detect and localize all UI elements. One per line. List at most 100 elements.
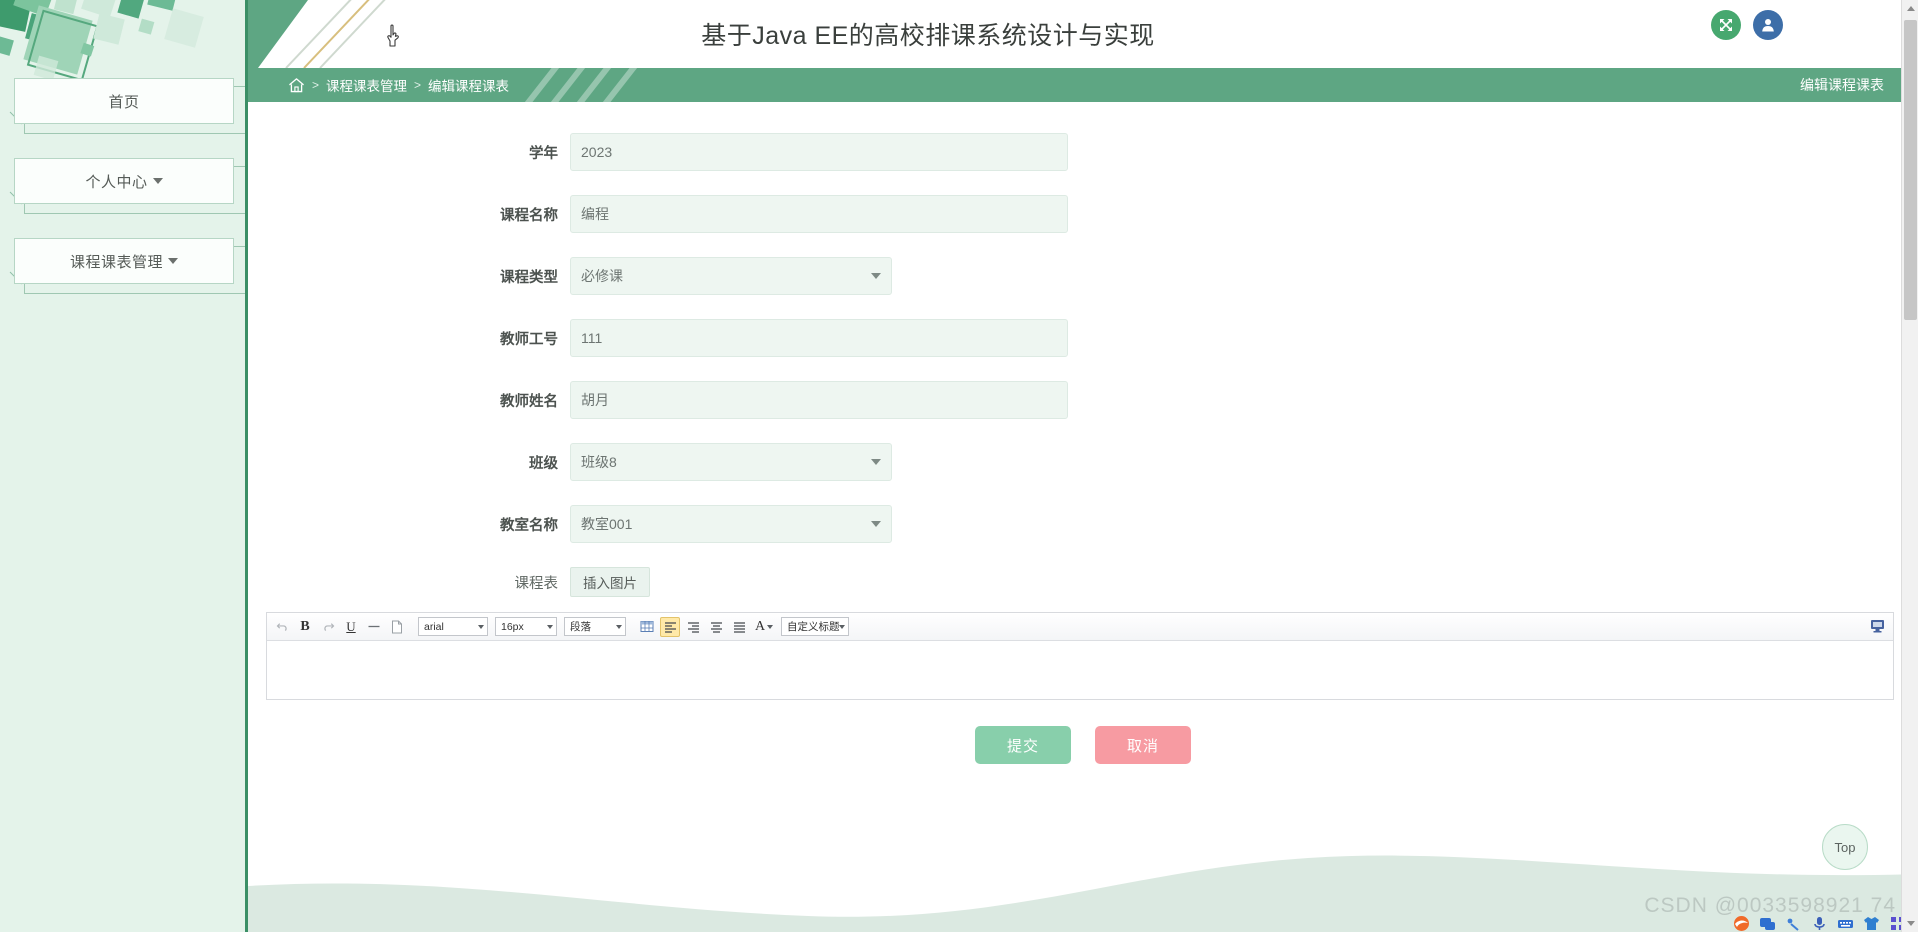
content-area: 学年 课程名称 课程类型 — [248, 102, 1918, 932]
main-area: 基于Java EE的高校排课系统设计与实现 > 课程课表管理 > 编辑课程课表 … — [248, 0, 1918, 932]
shirt-icon[interactable] — [1863, 915, 1880, 932]
field-label: 教室名称 — [500, 517, 558, 534]
paint-icon[interactable] — [1785, 915, 1802, 932]
field-label: 学年 — [529, 145, 558, 162]
fullscreen-toggle-button[interactable] — [1711, 10, 1741, 40]
scrollbar-up-button[interactable] — [1902, 0, 1918, 17]
undo-icon — [276, 623, 287, 631]
align-justify-button[interactable] — [729, 617, 749, 637]
breadcrumb-item-course-schedule[interactable]: 课程课表管理 — [326, 75, 407, 95]
align-left-button[interactable] — [660, 616, 680, 637]
page-scrollbar[interactable] — [1901, 0, 1918, 932]
menu-button-course-schedule[interactable]: 课程课表管理 — [14, 238, 234, 284]
form-row-class: 班级 班级8 — [248, 438, 1918, 486]
chevron-down-icon — [547, 625, 553, 629]
custom-heading-value: 自定义标题 — [787, 621, 840, 633]
align-right-icon — [687, 621, 699, 633]
menu-button-home[interactable]: 首页 — [14, 78, 234, 124]
browser-icon[interactable] — [1733, 915, 1750, 932]
align-right-button[interactable] — [683, 617, 703, 637]
header-icon-group — [1711, 10, 1783, 40]
sidebar-item-personal-center[interactable]: 个人中心 — [9, 158, 245, 214]
editor-fullscreen-button[interactable] — [1867, 616, 1887, 636]
edit-course-schedule-form: 学年 课程名称 课程类型 — [248, 102, 1918, 764]
sidebar: 首页 个人中心 课程课表管理 — [0, 0, 248, 932]
form-row-course-name: 课程名称 — [248, 190, 1918, 238]
editor-fullscreen-icon — [1870, 620, 1884, 633]
back-to-top-button[interactable]: Top — [1822, 824, 1868, 870]
menu-button-personal-center[interactable]: 个人中心 — [14, 158, 234, 204]
field-label: 课程类型 — [500, 269, 558, 286]
field-label: 教师工号 — [500, 331, 558, 348]
submit-button[interactable]: 提交 — [975, 726, 1071, 764]
school-year-input[interactable] — [570, 133, 1068, 171]
sidebar-item-label: 课程课表管理 — [69, 253, 163, 271]
chevron-down-icon — [478, 625, 484, 629]
align-justify-icon — [733, 621, 745, 633]
user-avatar-icon — [1762, 19, 1774, 32]
bottom-wave-decoration — [248, 855, 1918, 932]
page-tag-label: 编辑课程课表 — [1718, 68, 1918, 102]
form-row-teacher-id: 教师工号 — [248, 314, 1918, 362]
scrollbar-thumb[interactable] — [1904, 20, 1917, 320]
scrollbar-down-button[interactable] — [1902, 915, 1918, 932]
chevron-down-icon — [616, 625, 622, 629]
bold-button[interactable]: B — [295, 617, 315, 637]
course-type-select[interactable]: 必修课 — [570, 257, 892, 295]
editor-content-area[interactable] — [267, 641, 1893, 699]
bold-icon: B — [300, 618, 310, 634]
paragraph-format-value: 段落 — [570, 621, 591, 633]
form-row-classroom-name: 教室名称 教室001 — [248, 500, 1918, 548]
chevron-down-icon — [767, 624, 774, 629]
chat-icon[interactable] — [1759, 915, 1776, 932]
user-profile-button[interactable] — [1753, 10, 1783, 40]
form-row-course-type: 课程类型 必修课 — [248, 252, 1918, 300]
font-color-icon: A — [754, 618, 766, 634]
editor-toolbar: B U arial 16px 段落 A 自定义标题 — [267, 613, 1893, 641]
underline-button[interactable]: U — [341, 617, 361, 637]
sidebar-item-course-schedule[interactable]: 课程课表管理 — [9, 238, 245, 294]
align-center-button[interactable] — [706, 617, 726, 637]
chevron-down-icon — [168, 258, 178, 264]
horizontal-rule-button[interactable] — [364, 617, 384, 637]
insert-table-button[interactable] — [637, 617, 657, 637]
page-break-button[interactable] — [387, 617, 407, 637]
breadcrumb-separator: > — [312, 78, 320, 92]
keyboard-icon[interactable] — [1837, 915, 1854, 932]
os-taskbar-icons — [1733, 915, 1906, 932]
redo-button[interactable] — [318, 617, 338, 637]
course-name-input[interactable] — [570, 195, 1068, 233]
align-center-icon — [710, 621, 722, 633]
chevron-down-icon — [1906, 921, 1915, 926]
breadcrumb-item-current: 编辑课程课表 — [428, 79, 510, 94]
field-label: 教师姓名 — [500, 393, 558, 410]
font-size-value: 16px — [501, 620, 524, 633]
form-row-schedule-image: 课程表 插入图片 — [248, 562, 1918, 602]
undo-button[interactable] — [272, 617, 292, 637]
font-family-value: arial — [424, 620, 444, 633]
form-row-teacher-name: 教师姓名 — [248, 376, 1918, 424]
insert-image-button[interactable]: 插入图片 — [570, 567, 650, 597]
rich-text-editor: B U arial 16px 段落 A 自定义标题 — [266, 612, 1894, 700]
form-actions: 提交 取消 — [248, 726, 1918, 764]
font-family-select[interactable]: arial — [418, 617, 488, 636]
teacher-id-input[interactable] — [570, 319, 1068, 357]
teacher-name-input[interactable] — [570, 381, 1068, 419]
mouse-cursor-pointer-icon — [387, 24, 399, 47]
top-header: 基于Java EE的高校排课系统设计与实现 — [248, 0, 1918, 68]
sidebar-item-home[interactable]: 首页 — [9, 78, 245, 134]
microphone-icon[interactable] — [1811, 915, 1828, 932]
font-color-button[interactable]: A — [752, 617, 776, 637]
paragraph-format-select[interactable]: 段落 — [564, 617, 626, 636]
class-select[interactable]: 班级8 — [570, 443, 892, 481]
classroom-name-select[interactable]: 教室001 — [570, 505, 892, 543]
home-icon[interactable] — [288, 77, 305, 94]
font-size-select[interactable]: 16px — [495, 617, 557, 636]
cancel-button[interactable]: 取消 — [1095, 726, 1191, 764]
sidebar-item-label: 个人中心 — [85, 173, 148, 191]
field-label: 班级 — [529, 455, 558, 472]
field-label: 课程名称 — [500, 207, 558, 224]
chevron-down-icon — [839, 625, 845, 629]
page-break-icon — [392, 620, 402, 633]
custom-heading-select[interactable]: 自定义标题 — [781, 617, 849, 636]
